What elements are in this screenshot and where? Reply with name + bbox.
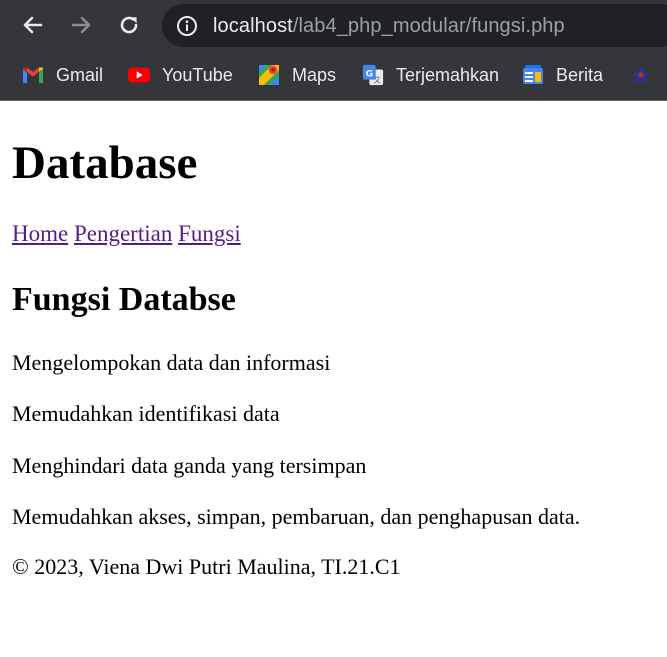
url-path: /lab4_php_modular/fungsi.php bbox=[292, 15, 565, 37]
bookmarks-bar: Gmail YouTube Maps G 文 Terjemahkan Berit… bbox=[0, 52, 667, 100]
translate-icon: G 文 bbox=[362, 64, 384, 86]
back-arrow-icon bbox=[23, 16, 43, 34]
paragraph: Memudahkan identifikasi data bbox=[12, 401, 280, 426]
page-title: Database bbox=[12, 137, 198, 189]
browser-toolbar: localhost/lab4_php_modular/fungsi.php bbox=[0, 0, 667, 52]
bookmark-label: Terjemahkan bbox=[396, 65, 500, 85]
bookmark-translate[interactable]: G 文 Terjemahkan bbox=[362, 61, 499, 89]
url-host: localhost bbox=[213, 15, 293, 37]
reload-button[interactable] bbox=[112, 8, 146, 42]
bookmark-gmail[interactable]: Gmail bbox=[22, 61, 103, 89]
forward-button[interactable] bbox=[64, 8, 98, 42]
browser-chrome: localhost/lab4_php_modular/fungsi.php Gm… bbox=[0, 0, 667, 101]
footer-text: © 2023, Viena Dwi Putri Maulina, TI.21.C… bbox=[12, 554, 401, 579]
nav-link-fungsi[interactable]: Fungsi bbox=[178, 221, 241, 246]
section-heading: Fungsi Databse bbox=[12, 281, 236, 318]
page-content: Database Home Pengertian Fungsi Fungsi D… bbox=[0, 101, 667, 657]
reload-icon bbox=[120, 16, 138, 34]
bookmark-maps[interactable]: Maps bbox=[258, 61, 336, 89]
bookmark-news[interactable]: Berita bbox=[522, 61, 603, 89]
paragraph: Mengelompokan data dan informasi bbox=[12, 350, 331, 375]
main-nav: Home Pengertian Fungsi bbox=[12, 220, 241, 248]
address-bar[interactable]: localhost/lab4_php_modular/fungsi.php bbox=[162, 4, 667, 47]
bookmark-label: Gmail bbox=[56, 65, 104, 85]
bookmark-label: Berita bbox=[556, 65, 604, 85]
nav-link-pengertian[interactable]: Pengertian bbox=[74, 221, 172, 246]
site-info-icon[interactable] bbox=[176, 15, 198, 37]
bookmark-site[interactable] bbox=[630, 61, 664, 89]
svg-text:G: G bbox=[366, 68, 374, 79]
youtube-icon bbox=[128, 64, 150, 86]
nav-link-home[interactable]: Home bbox=[12, 221, 68, 246]
forward-arrow-icon bbox=[71, 16, 91, 34]
bookmark-label: YouTube bbox=[162, 65, 233, 85]
maps-icon bbox=[258, 64, 280, 86]
gmail-icon bbox=[22, 64, 44, 86]
url-text[interactable]: localhost/lab4_php_modular/fungsi.php bbox=[213, 15, 565, 37]
svg-text:文: 文 bbox=[373, 75, 381, 84]
paragraph: Memudahkan akses, simpan, pembaruan, dan… bbox=[12, 504, 581, 529]
site-favicon bbox=[630, 64, 652, 86]
back-button[interactable] bbox=[16, 8, 50, 42]
bookmark-youtube[interactable]: YouTube bbox=[128, 61, 233, 89]
bookmark-label: Maps bbox=[292, 65, 337, 85]
paragraph: Menghindari data ganda yang tersimpan bbox=[12, 453, 367, 478]
news-icon bbox=[522, 64, 544, 86]
